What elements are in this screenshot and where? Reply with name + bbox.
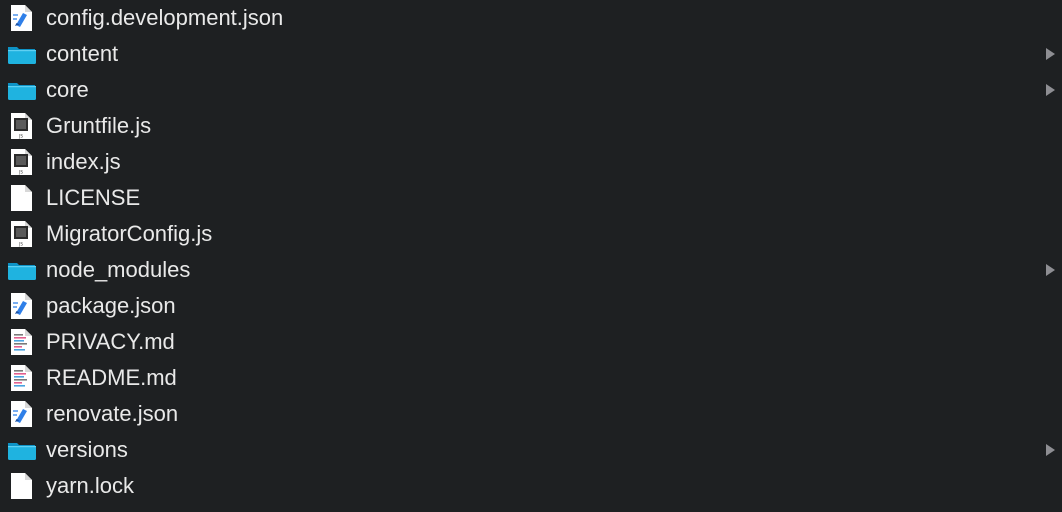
- document-icon: [7, 180, 37, 216]
- json-file-icon: [7, 396, 37, 432]
- folder-row[interactable]: versions: [0, 432, 1062, 468]
- item-name: MigratorConfig.js: [46, 221, 213, 246]
- item-name: PRIVACY.md: [46, 329, 175, 354]
- folder-row[interactable]: content: [0, 36, 1062, 72]
- markdown-file-icon: [7, 360, 37, 396]
- json-file-icon: [7, 288, 37, 324]
- item-name: index.js: [46, 149, 121, 174]
- file-row[interactable]: LICENSE: [0, 180, 1062, 216]
- folder-icon: [7, 72, 37, 108]
- item-name: node_modules: [46, 257, 191, 282]
- svg-text:JS: JS: [18, 134, 23, 139]
- file-row[interactable]: yarn.lock: [0, 468, 1062, 504]
- item-name: LICENSE: [46, 185, 141, 210]
- disclosure-arrow-icon[interactable]: [1043, 47, 1057, 61]
- file-row[interactable]: JS index.js: [0, 144, 1062, 180]
- json-file-icon: [7, 0, 37, 36]
- item-name: yarn.lock: [46, 473, 135, 498]
- disclosure-arrow-icon[interactable]: [1043, 263, 1057, 277]
- js-file-icon: JS: [7, 216, 37, 252]
- file-row[interactable]: config.development.json: [0, 0, 1062, 36]
- folder-row[interactable]: core: [0, 72, 1062, 108]
- item-name: config.development.json: [46, 5, 284, 30]
- disclosure-arrow-icon[interactable]: [1043, 443, 1057, 457]
- folder-icon: [7, 36, 37, 72]
- file-row[interactable]: JS MigratorConfig.js: [0, 216, 1062, 252]
- item-name: renovate.json: [46, 401, 179, 426]
- svg-text:JS: JS: [18, 170, 23, 175]
- file-row[interactable]: package.json: [0, 288, 1062, 324]
- folder-icon: [7, 252, 37, 288]
- folder-icon: [7, 432, 37, 468]
- file-row[interactable]: PRIVACY.md: [0, 324, 1062, 360]
- file-row[interactable]: README.md: [0, 360, 1062, 396]
- disclosure-arrow-icon[interactable]: [1043, 83, 1057, 97]
- document-icon: [7, 468, 37, 504]
- item-name: content: [46, 41, 119, 66]
- item-name: package.json: [46, 293, 176, 318]
- js-file-icon: JS: [7, 144, 37, 180]
- file-row[interactable]: JS Gruntfile.js: [0, 108, 1062, 144]
- js-file-icon: JS: [7, 108, 37, 144]
- file-row[interactable]: renovate.json: [0, 396, 1062, 432]
- item-name: README.md: [46, 365, 177, 390]
- svg-text:JS: JS: [18, 242, 23, 247]
- markdown-file-icon: [7, 324, 37, 360]
- item-name: core: [46, 77, 89, 102]
- file-list: config.development.json content core JS …: [0, 0, 1062, 504]
- folder-row[interactable]: node_modules: [0, 252, 1062, 288]
- item-name: Gruntfile.js: [46, 113, 152, 138]
- item-name: versions: [46, 437, 128, 462]
